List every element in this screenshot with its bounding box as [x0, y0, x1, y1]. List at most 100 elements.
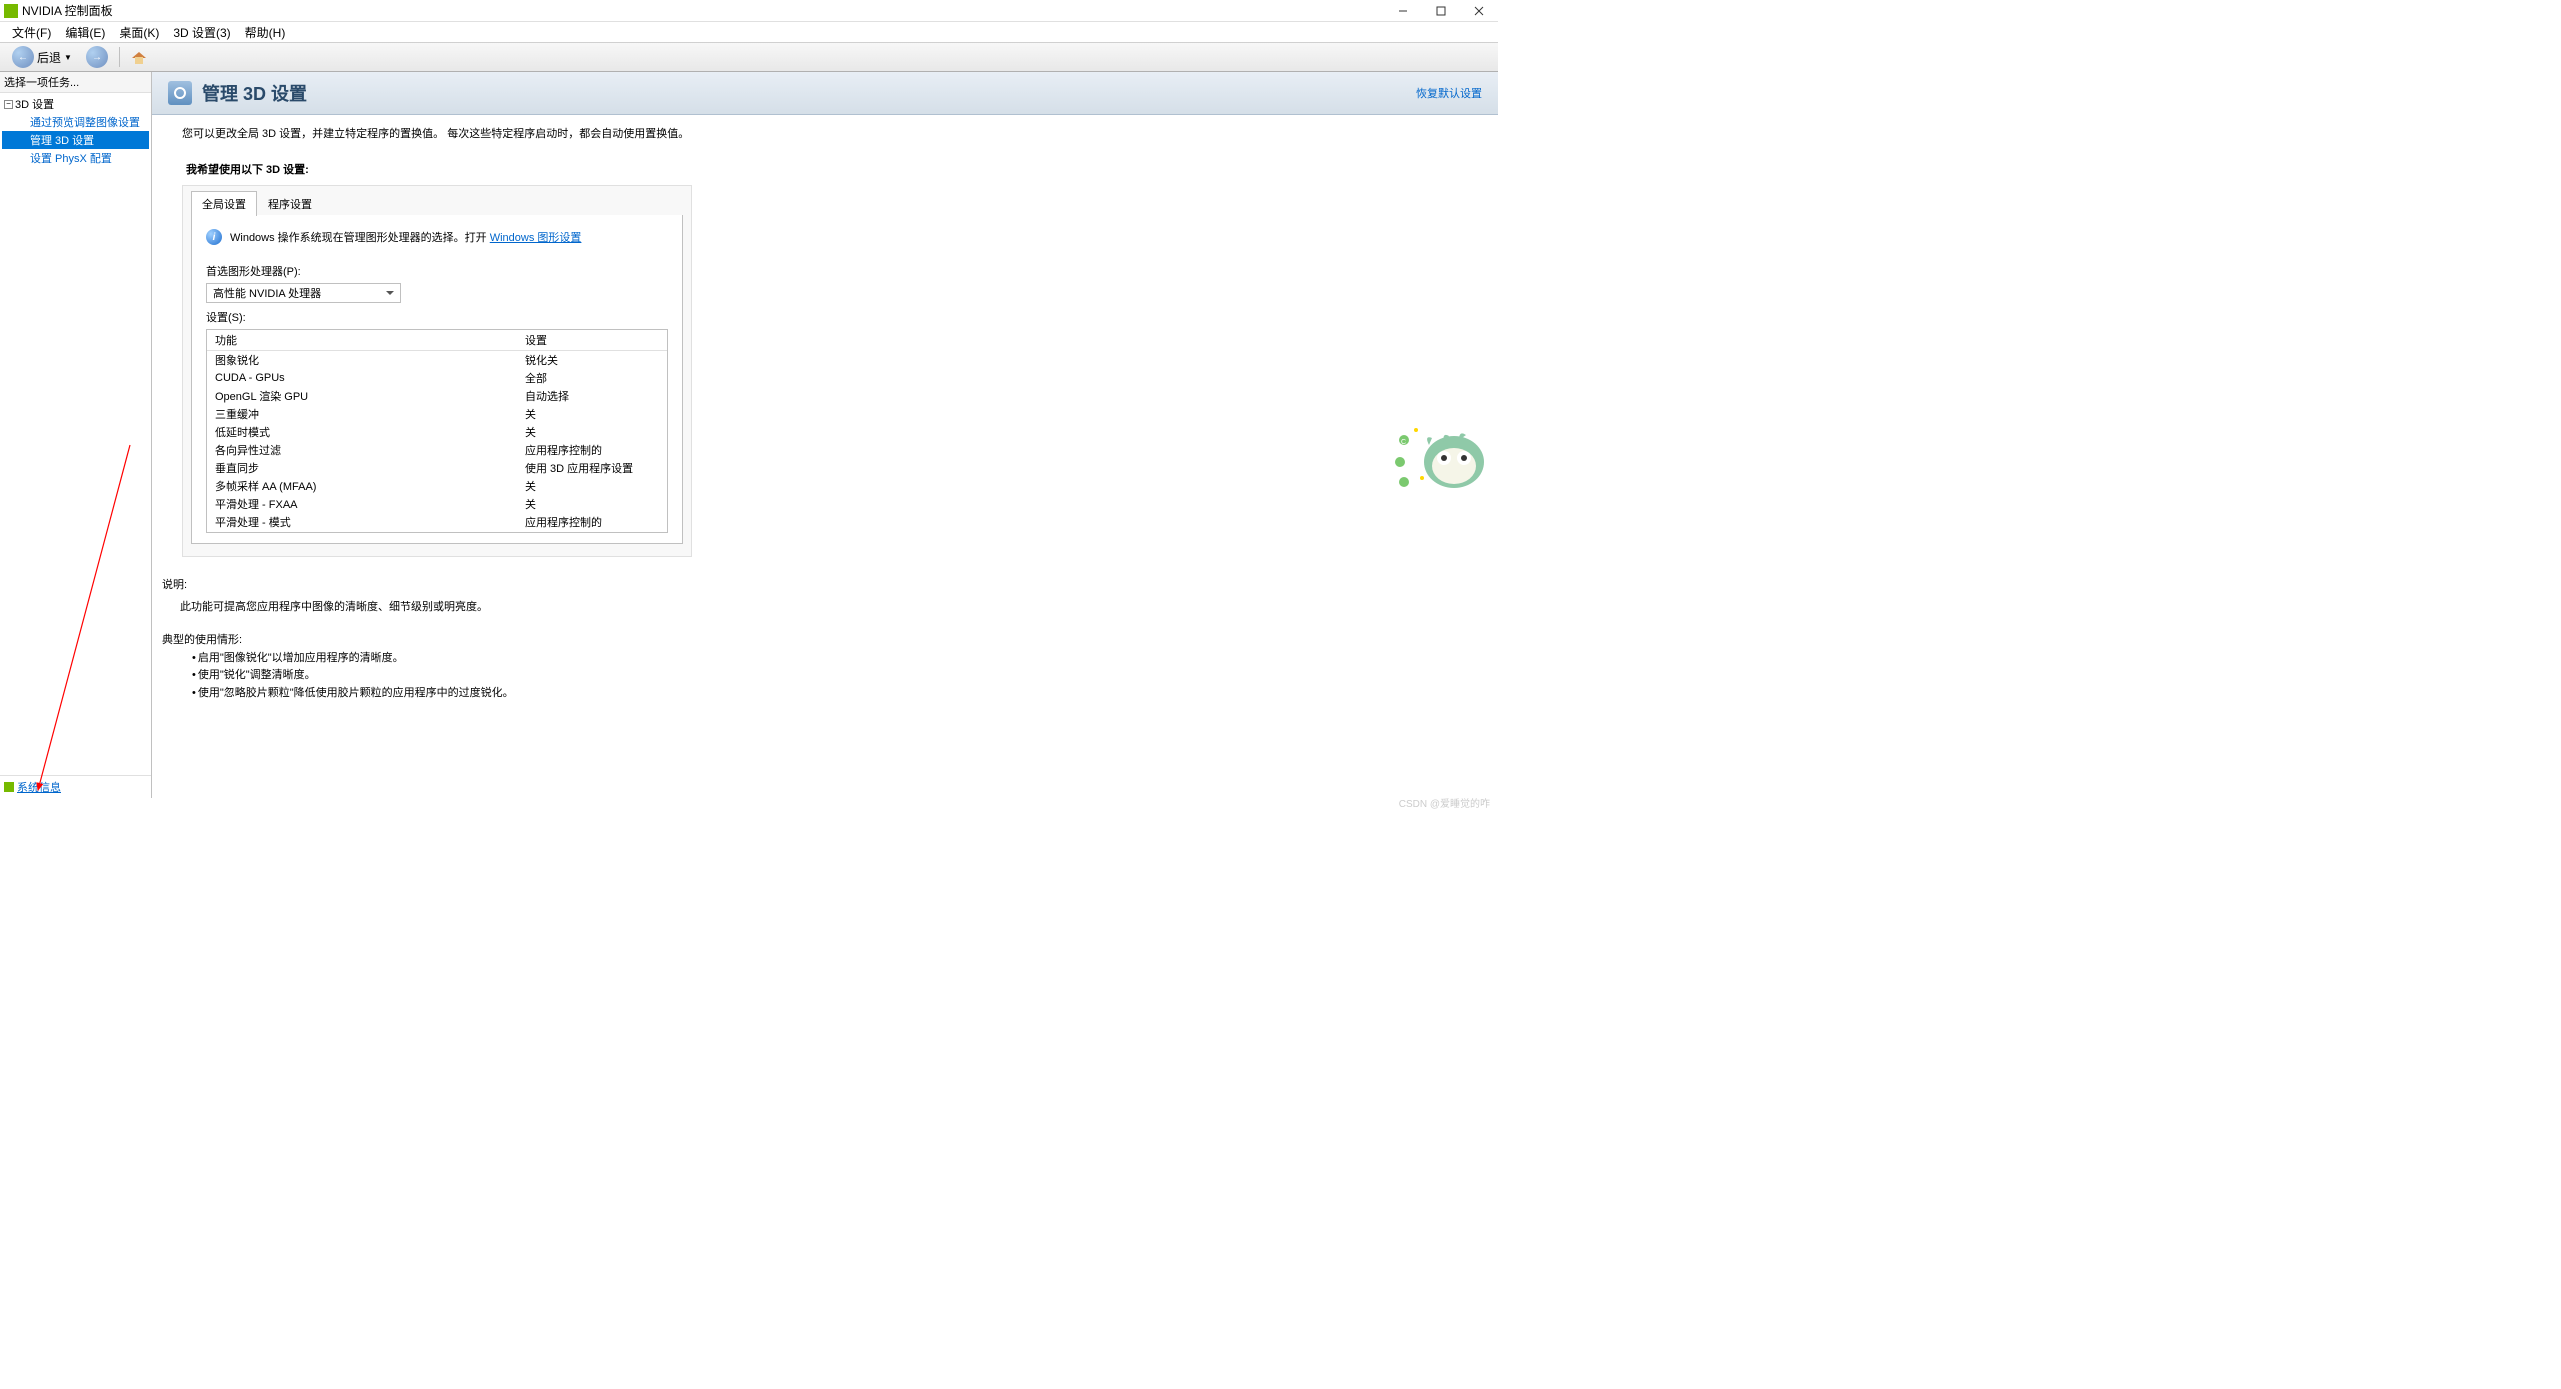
watermark: CSDN @爱睡觉的咋 — [1399, 795, 1490, 810]
value-cell: 关 — [517, 405, 667, 423]
value-cell: 自动选择 — [517, 387, 667, 405]
nvidia-small-icon — [4, 782, 14, 792]
value-cell: 关 — [517, 477, 667, 495]
list-item: 启用"图像锐化"以增加应用程序的清晰度。 — [192, 650, 1488, 668]
tab-program[interactable]: 程序设置 — [257, 191, 323, 216]
tree-group-label: 3D 设置 — [15, 96, 54, 112]
sidebar-header: 选择一项任务... — [0, 72, 151, 93]
forward-icon: → — [86, 46, 108, 68]
table-row[interactable]: 平滑处理 - 模式应用程序控制的 — [207, 513, 667, 531]
list-item: 使用"忽略胶片颗粒"降低使用胶片颗粒的应用程序中的过度锐化。 — [192, 685, 1488, 703]
usage-heading: 典型的使用情形: — [162, 632, 1488, 650]
gpu-dropdown-value: 高性能 NVIDIA 处理器 — [213, 285, 321, 301]
description-section: 说明: 此功能可提高您应用程序中图像的清晰度、细节级别或明亮度。 典型的使用情形… — [152, 557, 1498, 713]
desc-text: 此功能可提高您应用程序中图像的清晰度、细节级别或明亮度。 — [162, 599, 1488, 617]
home-icon — [131, 49, 147, 65]
app-icon — [4, 4, 18, 18]
maximize-button[interactable] — [1422, 0, 1460, 22]
value-cell: 应用程序控制的 — [517, 441, 667, 459]
settings-table-scroll[interactable]: 功能 设置 图象锐化锐化关CUDA - GPUs全部OpenGL 渲染 GPU自… — [207, 330, 667, 532]
feature-cell: 三重缓冲 — [207, 405, 517, 423]
forward-button[interactable]: → — [80, 44, 114, 70]
toolbar: ← 后退 ▼ → — [0, 42, 1498, 72]
value-cell: 使用 3D 应用程序设置 — [517, 459, 667, 477]
tree-item-manage-3d[interactable]: 管理 3D 设置 — [2, 131, 149, 149]
value-cell: 全部 — [517, 369, 667, 387]
col-feature[interactable]: 功能 — [207, 330, 517, 351]
tree-item-adjust-image[interactable]: 通过预览调整图像设置 — [2, 113, 149, 131]
title-bar: NVIDIA 控制面板 — [0, 0, 1498, 22]
back-icon: ← — [12, 46, 34, 68]
tree-collapse-icon[interactable]: − — [4, 100, 13, 109]
menu-edit[interactable]: 编辑(E) — [59, 22, 111, 43]
table-row[interactable]: OpenGL 渲染 GPU自动选择 — [207, 387, 667, 405]
table-row[interactable]: 各向异性过滤应用程序控制的 — [207, 441, 667, 459]
feature-cell: 平滑处理 - 模式 — [207, 513, 517, 531]
gpu-dropdown[interactable]: 高性能 NVIDIA 处理器 — [206, 283, 401, 303]
menu-file[interactable]: 文件(F) — [6, 22, 57, 43]
panel-label: 我希望使用以下 3D 设置: — [182, 161, 692, 177]
settings-table: 功能 设置 图象锐化锐化关CUDA - GPUs全部OpenGL 渲染 GPU自… — [206, 329, 668, 533]
value-cell: 应用程序控制的 — [517, 531, 667, 532]
tab-content: i Windows 操作系统现在管理图形处理器的选择。打开 Windows 图形… — [191, 215, 683, 544]
info-message: i Windows 操作系统现在管理图形处理器的选择。打开 Windows 图形… — [206, 225, 668, 257]
info-text: Windows 操作系统现在管理图形处理器的选择。打开 — [230, 232, 490, 244]
value-cell: 锐化关 — [517, 351, 667, 370]
mascot-image: C — [1394, 420, 1494, 492]
table-row[interactable]: 垂直同步使用 3D 应用程序设置 — [207, 459, 667, 477]
tree-group-3d[interactable]: − 3D 设置 — [2, 95, 149, 113]
page-header: 管理 3D 设置 恢复默认设置 — [152, 72, 1498, 115]
feature-cell: 多帧采样 AA (MFAA) — [207, 477, 517, 495]
feature-cell: 图象锐化 — [207, 351, 517, 370]
page-title: 管理 3D 设置 — [202, 80, 307, 106]
restore-defaults-link[interactable]: 恢复默认设置 — [1416, 85, 1482, 101]
desc-heading: 说明: — [162, 577, 1488, 595]
feature-cell: 垂直同步 — [207, 459, 517, 477]
table-row[interactable]: 图象锐化锐化关 — [207, 351, 667, 370]
value-cell: 关 — [517, 495, 667, 513]
table-row[interactable]: 低延时模式关 — [207, 423, 667, 441]
windows-graphics-link[interactable]: Windows 图形设置 — [490, 232, 582, 244]
toolbar-separator — [119, 47, 120, 67]
list-item: 使用"锐化"调整清晰度。 — [192, 667, 1488, 685]
table-row[interactable]: 多帧采样 AA (MFAA)关 — [207, 477, 667, 495]
usage-list: 启用"图像锐化"以增加应用程序的清晰度。使用"锐化"调整清晰度。使用"忽略胶片颗… — [162, 650, 1488, 703]
menu-bar: 文件(F) 编辑(E) 桌面(K) 3D 设置(3) 帮助(H) — [0, 22, 1498, 42]
window-controls — [1384, 0, 1498, 22]
close-button[interactable] — [1460, 0, 1498, 22]
table-row[interactable]: 平滑处理 - 设置应用程序控制的 — [207, 531, 667, 532]
page-header-icon — [168, 81, 192, 105]
main-area: 选择一项任务... − 3D 设置 通过预览调整图像设置 管理 3D 设置 设置… — [0, 72, 1498, 798]
tab-global[interactable]: 全局设置 — [191, 191, 257, 216]
back-button[interactable]: ← 后退 ▼ — [6, 44, 78, 70]
tab-bar: 全局设置 程序设置 — [183, 190, 691, 215]
nav-tree: − 3D 设置 通过预览调整图像设置 管理 3D 设置 设置 PhysX 配置 — [0, 93, 151, 775]
settings-panel: 我希望使用以下 3D 设置: 全局设置 程序设置 i Windows 操作系统现… — [182, 161, 692, 557]
feature-cell: OpenGL 渲染 GPU — [207, 387, 517, 405]
feature-cell: 低延时模式 — [207, 423, 517, 441]
system-info-link[interactable]: 系统信息 — [17, 779, 61, 795]
feature-cell: 平滑处理 - 设置 — [207, 531, 517, 532]
sidebar-footer: 系统信息 — [0, 775, 151, 798]
window-title: NVIDIA 控制面板 — [22, 2, 113, 19]
dropdown-icon: ▼ — [64, 53, 72, 62]
sidebar: 选择一项任务... − 3D 设置 通过预览调整图像设置 管理 3D 设置 设置… — [0, 72, 152, 798]
content-area: 管理 3D 设置 恢复默认设置 您可以更改全局 3D 设置，并建立特定程序的置换… — [152, 72, 1498, 798]
col-setting[interactable]: 设置 — [517, 330, 667, 351]
home-button[interactable] — [125, 47, 153, 67]
table-row[interactable]: 平滑处理 - FXAA关 — [207, 495, 667, 513]
table-row[interactable]: CUDA - GPUs全部 — [207, 369, 667, 387]
svg-text:C: C — [1401, 439, 1406, 446]
minimize-button[interactable] — [1384, 0, 1422, 22]
menu-desktop[interactable]: 桌面(K) — [113, 22, 165, 43]
menu-3d-settings[interactable]: 3D 设置(3) — [167, 22, 236, 43]
table-row[interactable]: 三重缓冲关 — [207, 405, 667, 423]
feature-cell: 平滑处理 - FXAA — [207, 495, 517, 513]
value-cell: 关 — [517, 423, 667, 441]
menu-help[interactable]: 帮助(H) — [239, 22, 292, 43]
page-description: 您可以更改全局 3D 设置，并建立特定程序的置换值。 每次这些特定程序启动时，都… — [152, 115, 1498, 151]
tree-item-physx[interactable]: 设置 PhysX 配置 — [2, 149, 149, 167]
feature-cell: 各向异性过滤 — [207, 441, 517, 459]
back-label: 后退 — [37, 49, 61, 66]
settings-label: 设置(S): — [206, 309, 668, 325]
